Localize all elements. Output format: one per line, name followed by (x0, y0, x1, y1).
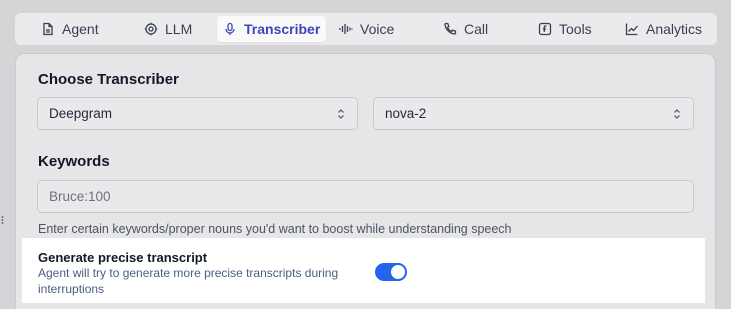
chart-icon (625, 23, 638, 36)
tab-label: LLM (165, 21, 193, 37)
gear-icon (144, 22, 158, 36)
tab-label: Transcriber (244, 21, 321, 37)
tab-label: Voice (360, 21, 395, 37)
tab-label: Call (464, 21, 489, 37)
tab-tools[interactable]: Tools (532, 16, 598, 42)
keywords-input[interactable] (37, 180, 694, 213)
precise-transcript-description: Agent will try to generate more precise … (38, 266, 339, 296)
tab-bar: Agent LLM Transcriber Voice Call Tools A… (15, 13, 717, 45)
tab-agent[interactable]: Agent (35, 16, 105, 42)
tab-transcriber[interactable]: Transcriber (217, 16, 327, 42)
phone-icon (444, 22, 457, 35)
function-icon (538, 22, 552, 36)
chevron-up-down-icon (338, 109, 344, 119)
tab-label: Analytics (646, 21, 703, 37)
tab-llm[interactable]: LLM (138, 16, 198, 42)
document-icon (43, 22, 53, 36)
transcriber-model-select[interactable]: nova-2 (373, 97, 694, 130)
tab-analytics[interactable]: Analytics (619, 16, 708, 42)
tab-label: Agent (62, 21, 99, 37)
resize-handle-icon[interactable] (0, 214, 5, 226)
transcriber-provider-select[interactable]: Deepgram (37, 97, 358, 130)
choose-transcriber-title: Choose Transcriber (38, 71, 179, 88)
waveform-icon (339, 24, 353, 34)
tab-label: Tools (559, 21, 592, 37)
toggle-knob (391, 265, 405, 279)
microphone-icon (225, 22, 235, 35)
precise-transcript-title: Generate precise transcript (38, 250, 208, 265)
keywords-help-text: Enter certain keywords/proper nouns you'… (38, 222, 512, 236)
keywords-title: Keywords (38, 153, 110, 170)
chevron-up-down-icon (674, 109, 680, 119)
precise-transcript-toggle[interactable] (375, 263, 407, 281)
select-value: Deepgram (49, 106, 113, 121)
select-value: nova-2 (385, 106, 427, 121)
precise-transcript-setting: Generate precise transcript Agent will t… (22, 238, 705, 303)
tab-voice[interactable]: Voice (333, 16, 400, 42)
tab-call[interactable]: Call (437, 16, 494, 42)
